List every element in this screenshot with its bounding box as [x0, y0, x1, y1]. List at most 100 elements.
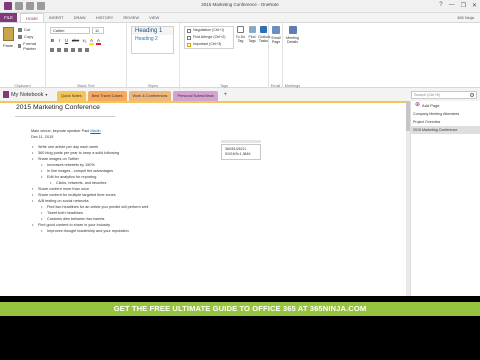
email-group-label: Email — [270, 84, 281, 88]
styles-group-label: Styles — [147, 84, 159, 88]
chevron-down-icon: ▾ — [45, 92, 48, 97]
title-underline — [15, 116, 115, 117]
line-text: 360 blog posts per year to keep a solid … — [38, 151, 120, 155]
line-text: Find good content to share in your indus… — [38, 223, 110, 227]
page-list-item-active[interactable]: 2015 Marketing Conference — [411, 126, 480, 134]
tab-review[interactable]: REVIEW — [118, 13, 144, 22]
section-tab-work-conferences[interactable]: Work & Conferences — [128, 91, 172, 101]
copy-button[interactable]: Copy — [18, 34, 33, 39]
email-page-label: Email Page — [271, 36, 281, 45]
checkbox-icon — [187, 28, 191, 33]
page-outline[interactable]: Main venue, keynote speaker Paul Marlin D… — [31, 128, 148, 234]
paste-button[interactable]: Paste — [3, 43, 13, 48]
tab-draw[interactable]: DRAW — [69, 13, 91, 22]
tag-label: Negotiation (Ctrl+1) — [193, 28, 225, 32]
font-size-select[interactable]: 11 — [92, 27, 104, 34]
clear-format-icon[interactable] — [85, 48, 89, 52]
search-icon — [470, 93, 474, 97]
outlook-tasks-button[interactable]: Outlook Tasks — [258, 26, 270, 43]
section-tab-best-travel-cases[interactable]: Best Travel Cases — [87, 91, 127, 101]
email-page-button[interactable]: Email Page — [270, 26, 282, 44]
numbering-icon[interactable] — [57, 48, 61, 52]
minimize-button[interactable]: — — [449, 2, 455, 9]
bold-button[interactable]: B — [50, 38, 55, 45]
help-button[interactable]: ? — [439, 2, 442, 9]
calendar-icon — [288, 26, 297, 34]
indent-icon[interactable] — [71, 48, 75, 52]
line-text: Improves thought leadership and your rep… — [47, 229, 129, 233]
basic-text-group-label: Basic Text — [77, 84, 95, 88]
tab-insert[interactable]: INSERT — [44, 13, 69, 22]
page-title[interactable]: 2015 Marketing Conference — [16, 104, 100, 111]
tab-home[interactable]: HOME — [20, 13, 44, 22]
close-button[interactable]: ✕ — [472, 2, 477, 9]
strikethrough-button[interactable]: abc — [71, 38, 80, 45]
add-section-button[interactable]: + — [220, 91, 232, 101]
window-title: 2015 Marketing Conference - OneNote — [201, 2, 279, 7]
search-input[interactable]: Search (Ctrl+E) — [411, 91, 477, 99]
highlight-button[interactable]: A — [89, 38, 94, 45]
add-page-label: Add Page — [422, 103, 440, 108]
copy-icon — [18, 34, 22, 39]
user-account[interactable]: 365 Ninja — [457, 13, 474, 22]
line-text: Share images on Twitter — [38, 157, 79, 161]
todo-tag-button[interactable]: To Do Tag — [235, 26, 246, 43]
outdent-icon[interactable] — [64, 48, 68, 52]
page-canvas[interactable]: 2015 Marketing Conference Main venue, ke… — [0, 101, 406, 296]
restore-button[interactable]: ❐ — [461, 2, 466, 9]
tags-group-label: Tags — [219, 84, 229, 88]
ribbon: Paste Cut Copy Format Painter Clipboard … — [0, 22, 480, 89]
pages-pane: ⊕ Add Page Company Meeting Attendees Pro… — [410, 101, 480, 296]
note-container[interactable]: 360/514/6211 5/3/15/9=1.3846 — [221, 144, 261, 160]
styles-gallery: Heading 1 Heading 2 — [131, 26, 174, 54]
style-heading-1[interactable]: Heading 1 — [132, 27, 173, 35]
tab-file[interactable]: FILE — [0, 13, 17, 22]
underline-button[interactable]: U — [64, 38, 69, 45]
note-container-handle[interactable] — [221, 140, 261, 143]
clipboard-group-label: Clipboard — [14, 84, 31, 88]
section-tab-quick-notes[interactable]: Quick Notes — [57, 91, 86, 101]
italic-button[interactable]: I — [57, 38, 62, 45]
tab-history[interactable]: HISTORY — [91, 13, 119, 22]
page-list-item[interactable]: Project Overview — [411, 118, 480, 126]
note-line: 5/3/15/9=1.3846 — [225, 152, 251, 156]
line-text: In line images - compel the advantages — [47, 169, 114, 173]
page-list-item[interactable]: Company Meeting Attendees — [411, 110, 480, 118]
format-buttons: B I U abc x₂ A A — [50, 38, 101, 45]
brush-icon — [18, 44, 22, 48]
tag-item[interactable]: Negotiation (Ctrl+1) — [185, 27, 233, 34]
format-painter-button[interactable]: Format Painter — [18, 41, 45, 51]
bullets-icon[interactable] — [50, 48, 54, 52]
line-text: Find two headlines for an article you pr… — [47, 205, 149, 209]
find-tags-label: Find Tags — [248, 35, 256, 44]
notebook-selector[interactable]: My Notebook ▾ — [3, 90, 53, 99]
align-icon[interactable] — [78, 48, 82, 52]
cut-button[interactable]: Cut — [18, 27, 30, 32]
paragraph-buttons — [50, 48, 89, 52]
basic-text-group: Calibri 11 B I U abc x₂ A A Basic Text — [46, 23, 127, 89]
font-color-button[interactable]: A — [96, 38, 101, 45]
tag-item[interactable]: Find Attrnge (Ctrl+2) — [185, 34, 233, 41]
line-text: Write one article per day each week — [38, 145, 99, 149]
style-heading-2[interactable]: Heading 2 — [132, 35, 173, 43]
tab-view[interactable]: VIEW — [144, 13, 164, 22]
find-tags-icon — [248, 26, 256, 33]
subscript-button[interactable]: x₂ — [82, 38, 87, 45]
font-name-select[interactable]: Calibri — [50, 27, 90, 34]
tag-item[interactable]: Important (Ctrl+3) — [185, 41, 233, 48]
paste-icon[interactable] — [3, 27, 14, 41]
email-group: Email Page Email — [269, 23, 283, 89]
add-page-button[interactable]: ⊕ Add Page — [411, 101, 480, 110]
line-text: Share content for multiple targeted time… — [38, 193, 116, 197]
speaker-link[interactable]: Marlin — [90, 129, 100, 133]
line-text: Clicks, retweets, and favorites — [56, 181, 107, 185]
line-text: Share content more than once — [38, 187, 90, 191]
meetings-group: Meeting Details Meetings — [283, 23, 302, 89]
line-text: A/B testing on social networks — [38, 199, 89, 203]
find-tags-button[interactable]: Find Tags — [247, 26, 257, 43]
meeting-details-button[interactable]: Meeting Details — [284, 26, 301, 44]
bullet-item[interactable]: Improves thought leadership and your rep… — [31, 228, 148, 234]
section-tab-personal-notes[interactable]: Personal Notes/Ideas — [173, 91, 218, 101]
email-icon — [272, 26, 280, 34]
ribbon-tabs: FILE HOME INSERT DRAW HISTORY REVIEW VIE… — [0, 13, 480, 22]
